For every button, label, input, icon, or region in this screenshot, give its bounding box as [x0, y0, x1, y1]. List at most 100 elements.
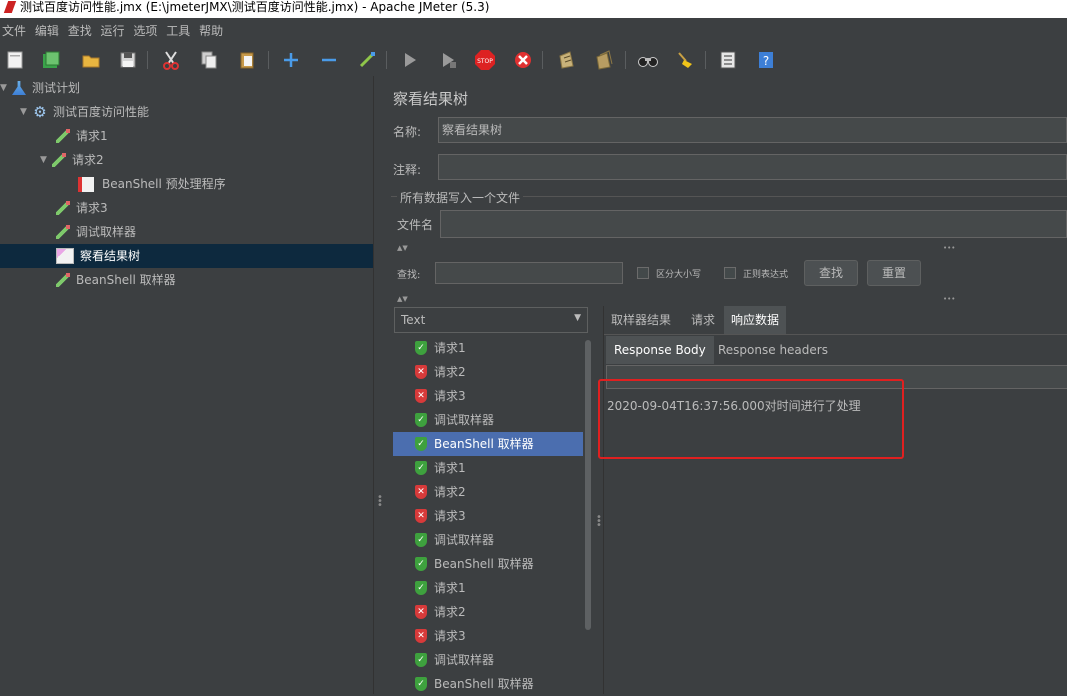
tree-item-request-3[interactable]: 请求3: [56, 196, 108, 220]
tab-response-data[interactable]: 响应数据: [724, 306, 787, 334]
split-handle-icon[interactable]: •••: [596, 513, 602, 531]
chevron-down-icon: ▼: [574, 313, 581, 323]
help-icon[interactable]: ?: [753, 47, 779, 73]
scrollbar-thumb[interactable]: [585, 340, 591, 630]
list-item[interactable]: ✓ 调试取样器: [393, 648, 583, 672]
reset-button[interactable]: 重置: [867, 260, 921, 286]
error-shield-icon: ✕: [415, 485, 427, 499]
tree-item-test-plan[interactable]: ▼ 测试计划: [0, 76, 80, 100]
tree-item-beanshell-preprocessor[interactable]: BeanShell 预处理程序: [78, 172, 226, 196]
find-button[interactable]: 查找: [804, 260, 858, 286]
start-no-pause-icon[interactable]: [435, 47, 461, 73]
menu-help[interactable]: 帮助: [197, 20, 226, 42]
success-shield-icon: ✓: [415, 557, 427, 571]
collapse-arrows-icon[interactable]: ▲▼: [397, 244, 408, 252]
tree-item-request-2[interactable]: ▼ 请求2: [40, 148, 104, 172]
error-shield-icon: ✕: [415, 605, 427, 619]
window-titlebar: 测试百度访问性能.jmx (E:\jmeterJMX\测试百度访问性能.jmx)…: [0, 0, 1067, 18]
error-shield-icon: ✕: [415, 389, 427, 403]
filename-field[interactable]: [440, 210, 1067, 238]
list-item[interactable]: ✓ BeanShell 取样器: [393, 672, 583, 696]
case-sensitive-checkbox[interactable]: [637, 267, 649, 279]
gear-icon: ⚙: [33, 103, 47, 121]
list-item[interactable]: ✕ 请求3: [393, 504, 583, 528]
add-icon[interactable]: [278, 47, 304, 73]
list-item[interactable]: ✓ 请求1: [393, 576, 583, 600]
list-item-label: BeanShell 取样器: [434, 437, 534, 451]
menu-run[interactable]: 运行: [99, 20, 128, 42]
list-item[interactable]: ✓ 调试取样器: [393, 408, 583, 432]
list-item-label: 请求3: [434, 389, 466, 403]
menu-tools[interactable]: 工具: [164, 20, 193, 42]
list-item-label: 请求1: [434, 581, 466, 595]
split-handle-icon[interactable]: •••: [943, 295, 955, 303]
list-item[interactable]: ✓ 调试取样器: [393, 528, 583, 552]
open-icon[interactable]: [78, 47, 104, 73]
result-list-scrollbar[interactable]: [584, 338, 592, 696]
expand-arrow-icon[interactable]: ▼: [0, 76, 10, 100]
paste-icon[interactable]: [234, 47, 260, 73]
clear-all-icon[interactable]: [591, 47, 617, 73]
remove-icon[interactable]: [316, 47, 342, 73]
list-item[interactable]: ✕ 请求3: [393, 384, 583, 408]
split-handle-icon[interactable]: •••: [943, 244, 955, 252]
sampler-icon: [56, 129, 70, 143]
menu-file[interactable]: 文件: [0, 20, 29, 42]
list-item[interactable]: ✕ 请求2: [393, 600, 583, 624]
templates-icon[interactable]: [38, 47, 64, 73]
list-item[interactable]: ✓ 请求1: [393, 336, 583, 360]
search-icon[interactable]: [635, 47, 661, 73]
list-item[interactable]: ✓ BeanShell 取样器: [393, 552, 583, 576]
tree-item-debug-sampler[interactable]: 调试取样器: [56, 220, 136, 244]
expand-arrow-icon[interactable]: ▼: [20, 100, 30, 124]
list-item[interactable]: ✓ 请求1: [393, 456, 583, 480]
sampler-icon: [56, 225, 70, 239]
comment-field[interactable]: [438, 154, 1067, 180]
tree-item-label: 测试百度访问性能: [53, 105, 150, 119]
tree-item-view-results-tree[interactable]: 察看结果树: [0, 244, 373, 268]
highlight-box: [598, 379, 904, 459]
name-field[interactable]: 察看结果树: [438, 117, 1067, 143]
menu-edit[interactable]: 编辑: [33, 20, 62, 42]
sampler-icon: [56, 201, 70, 215]
save-icon[interactable]: [115, 47, 141, 73]
main-splitter[interactable]: • • •: [373, 76, 383, 694]
tab-request[interactable]: 请求: [684, 306, 722, 334]
collapse-arrows-icon[interactable]: ▲▼: [397, 295, 408, 303]
tab-sampler-result[interactable]: 取样器结果: [604, 306, 678, 334]
shutdown-icon[interactable]: [510, 47, 536, 73]
menu-options[interactable]: 选项: [131, 20, 160, 42]
result-detail-pane: 取样器结果 请求 响应数据 Response Body Response hea…: [598, 306, 1067, 694]
tree-item-request-1[interactable]: 请求1: [56, 124, 108, 148]
regex-checkbox[interactable]: [724, 267, 736, 279]
success-shield-icon: ✓: [415, 413, 427, 427]
list-item-label: 请求3: [434, 629, 466, 643]
subtab-response-headers[interactable]: Response headers: [710, 336, 836, 364]
stop-icon[interactable]: STOP: [472, 47, 498, 73]
list-item[interactable]: ✓ BeanShell 取样器: [393, 432, 583, 456]
list-item[interactable]: ✕ 请求2: [393, 360, 583, 384]
toggle-icon[interactable]: [354, 47, 380, 73]
copy-icon[interactable]: [196, 47, 222, 73]
renderer-select[interactable]: Text ▼: [394, 307, 588, 333]
function-helper-icon[interactable]: [715, 47, 741, 73]
list-item[interactable]: ✕ 请求2: [393, 480, 583, 504]
list-item-label: 请求2: [434, 365, 466, 379]
list-item-label: 请求2: [434, 605, 466, 619]
search-input[interactable]: [435, 262, 623, 284]
reset-search-icon[interactable]: [672, 47, 698, 73]
jmeter-logo-icon: [3, 1, 17, 13]
list-item[interactable]: ✕ 请求3: [393, 624, 583, 648]
success-shield-icon: ✓: [415, 437, 427, 451]
tree-item-thread-group[interactable]: ▼ ⚙ 测试百度访问性能: [20, 100, 149, 124]
clear-icon[interactable]: [553, 47, 579, 73]
subtab-response-body[interactable]: Response Body: [606, 336, 714, 364]
cut-icon[interactable]: [158, 47, 184, 73]
list-item-label: 调试取样器: [434, 533, 495, 547]
tree-item-beanshell-sampler[interactable]: BeanShell 取样器: [56, 268, 176, 292]
new-template-icon[interactable]: [2, 47, 28, 73]
start-icon[interactable]: [397, 47, 423, 73]
menu-search[interactable]: 查找: [66, 20, 95, 42]
expand-arrow-icon[interactable]: ▼: [40, 148, 50, 172]
preprocessor-icon: [78, 176, 94, 192]
